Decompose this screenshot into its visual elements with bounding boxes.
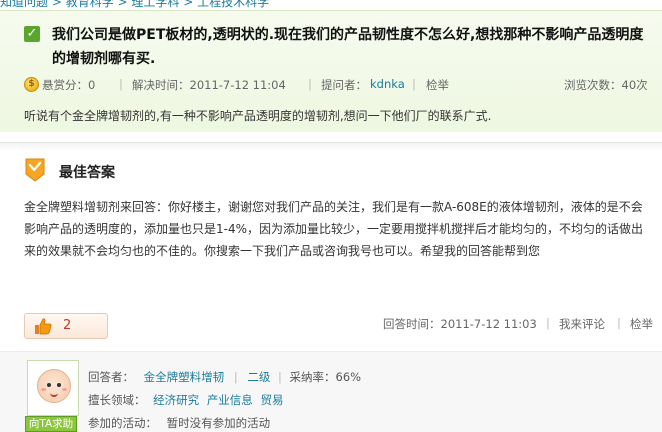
question-panel: ✓ 我们公司是做PET板材的,透明状的.现在我们的产品韧性度不怎么好,想找那种不… [0, 10, 662, 132]
activity-label: 参加的活动： [88, 416, 157, 430]
resolved-check-icon: ✓ [24, 26, 40, 42]
like-count: 2 [63, 318, 72, 333]
answerer-level-link[interactable]: 二级 [247, 370, 270, 384]
answer-time: 回答时间：2011-7-12 11:03 [383, 317, 537, 331]
breadcrumb-item[interactable]: 知道问题 [0, 0, 48, 8]
question-title: 我们公司是做PET板材的,透明状的.现在我们的产品韧性度不怎么好,想找那种不影响… [52, 27, 644, 67]
ask-for-help-button[interactable]: 向TA求助 [25, 416, 77, 432]
field-label: 擅长领域： [88, 393, 146, 407]
solved-time: 解决时间：2011-7-12 11:04 [132, 78, 286, 92]
breadcrumb-item[interactable]: 理工学科 [131, 0, 179, 8]
reward-points: 悬赏分：0 [42, 78, 96, 92]
adopt-rate: 采纳率：66% [289, 370, 362, 384]
question-description: 听说有个金全牌增韧剂的,有一种不影响产品透明度的增韧剂,想问一下他们厂的联系广式… [24, 109, 492, 123]
coin-icon: $ [24, 77, 39, 92]
breadcrumb: 知道问题 > 教育科学 > 理工学科 > 工程技术科学 [0, 0, 662, 8]
report-question-link[interactable]: 检举 [426, 77, 449, 93]
best-answer-heading: 最佳答案 [59, 165, 115, 181]
field-link[interactable]: 贸易 [260, 393, 283, 407]
activity-text: 暂时没有参加的活动 [166, 416, 271, 430]
best-answer-flag-icon [25, 158, 45, 182]
report-answer-link[interactable]: 检举 [630, 316, 653, 332]
comment-link[interactable]: 我来评论 [559, 316, 605, 332]
avatar[interactable] [27, 360, 79, 416]
thumbs-up-icon [35, 318, 52, 335]
best-answer-text: 金全牌塑料增韧剂来回答：你好楼主，谢谢您对我们产品的关注，我们是有一款A-608… [24, 200, 644, 258]
section-divider [0, 142, 662, 151]
breadcrumb-item[interactable]: 工程技术科学 [197, 0, 269, 8]
question-meta: $ 悬赏分：0 | 解决时间：2011-7-12 11:04 | 提问者： kd… [24, 77, 654, 93]
answerer-profile: 向TA求助 回答者： 金全牌塑料增韧 | 二级 | 采纳率：66% 擅长领域： … [0, 351, 662, 432]
answerer-label: 回答者： [88, 370, 134, 384]
breadcrumb-item[interactable]: 教育科学 [66, 0, 114, 8]
answerer-name-link[interactable]: 金全牌塑料增韧 [144, 370, 225, 384]
asker-label: 提问者： [321, 78, 367, 92]
field-link[interactable]: 经济研究 [153, 393, 199, 407]
view-count: 浏览次数：40次 [564, 78, 648, 92]
like-button[interactable]: 2 [24, 313, 108, 339]
field-link[interactable]: 产业信息 [207, 393, 253, 407]
asker-link[interactable]: kdnka [370, 77, 405, 91]
